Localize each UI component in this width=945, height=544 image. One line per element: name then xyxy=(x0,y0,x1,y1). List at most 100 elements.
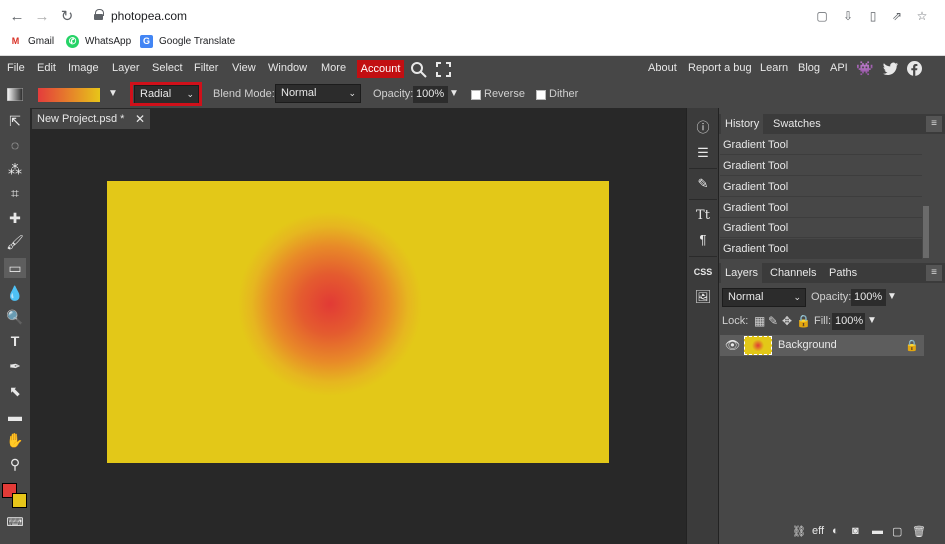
menu-image[interactable]: Image xyxy=(68,62,99,74)
url-text[interactable]: photopea.com xyxy=(111,9,187,23)
menu-file[interactable]: File xyxy=(7,62,25,74)
menu-report-bug[interactable]: Report a bug xyxy=(688,62,752,74)
zoom-tool-icon[interactable]: ⚲ xyxy=(4,454,26,474)
menu-learn[interactable]: Learn xyxy=(760,62,788,74)
fullscreen-icon[interactable] xyxy=(436,62,451,77)
layer-opacity-dropdown-icon[interactable]: ▼ xyxy=(887,291,897,302)
brush-settings-icon[interactable]: ✎ xyxy=(690,172,716,196)
lock-position-icon[interactable]: ✥ xyxy=(782,314,792,328)
history-scrollbar[interactable] xyxy=(923,206,929,258)
opacity-dropdown-icon[interactable]: ▼ xyxy=(449,88,459,99)
document-canvas[interactable] xyxy=(107,181,609,463)
bookmark-whatsapp[interactable]: ✆ WhatsApp xyxy=(66,35,131,48)
dither-checkbox[interactable] xyxy=(536,90,546,100)
crop-tool-icon[interactable]: ⌗ xyxy=(4,183,26,203)
menu-view[interactable]: View xyxy=(232,62,256,74)
keyboard-icon[interactable]: ⌨ xyxy=(4,512,26,532)
reverse-checkbox[interactable] xyxy=(471,90,481,100)
opacity-input[interactable]: 100% xyxy=(413,86,448,103)
magic-wand-icon[interactable]: ⁂ xyxy=(4,159,26,179)
twitter-icon[interactable] xyxy=(883,62,899,76)
history-item[interactable]: Gradient Tool xyxy=(720,218,922,238)
image-icon[interactable]: 🖼 xyxy=(690,285,716,309)
new-layer-icon[interactable]: ▢ xyxy=(892,525,902,538)
character-icon[interactable]: Tt xyxy=(690,204,716,228)
menu-more[interactable]: More xyxy=(321,62,346,74)
lasso-tool-icon[interactable]: ◌ xyxy=(4,135,26,155)
forward-icon[interactable]: → xyxy=(33,8,51,26)
dodge-tool-icon[interactable]: 🔍 xyxy=(4,307,26,327)
reddit-icon[interactable]: 👾 xyxy=(856,60,873,77)
trash-icon[interactable]: 🗑 xyxy=(912,525,926,538)
gradient-preview[interactable] xyxy=(38,88,100,102)
menu-api[interactable]: API xyxy=(830,62,848,74)
history-item[interactable]: Gradient Tool xyxy=(720,156,922,176)
tab-layers[interactable]: Layers xyxy=(721,263,763,283)
brush-tool-icon[interactable]: 🖌 xyxy=(4,232,26,252)
healing-tool-icon[interactable]: ✚ xyxy=(4,208,26,228)
blur-tool-icon[interactable]: 💧 xyxy=(4,283,26,303)
back-icon[interactable]: ← xyxy=(8,8,26,26)
menu-select[interactable]: Select xyxy=(152,62,183,74)
eye-icon[interactable]: 👁 xyxy=(725,338,740,352)
menu-window[interactable]: Window xyxy=(268,62,307,74)
layer-blend-select[interactable]: Normal ⌄ xyxy=(722,288,806,307)
menu-blog[interactable]: Blog xyxy=(798,62,820,74)
menu-edit[interactable]: Edit xyxy=(37,62,56,74)
layer-opacity-input[interactable]: 100% xyxy=(851,289,886,306)
reload-icon[interactable]: ↻ xyxy=(58,8,76,26)
shape-tool-icon[interactable]: ▬ xyxy=(4,406,26,426)
tab-icon[interactable]: ▢ xyxy=(815,9,829,23)
path-select-icon[interactable]: ⬉ xyxy=(4,381,26,401)
tab-swatches[interactable]: Swatches xyxy=(769,114,825,134)
history-item[interactable]: Gradient Tool xyxy=(720,135,922,155)
panel-menu-icon[interactable]: ≡ xyxy=(926,265,942,281)
bookmark-google-translate[interactable]: G Google Translate xyxy=(140,35,235,48)
document-tab[interactable]: New Project.psd * ✕ xyxy=(32,109,150,129)
lock-transparency-icon[interactable]: ▦ xyxy=(754,314,765,328)
gradient-dropdown-icon[interactable]: ▼ xyxy=(108,88,118,99)
css-icon[interactable]: CSS xyxy=(690,260,716,284)
address-bar[interactable] xyxy=(84,5,940,27)
hand-tool-icon[interactable]: ✋ xyxy=(4,430,26,450)
panel-menu-icon[interactable]: ≡ xyxy=(926,116,942,132)
mask-icon[interactable]: ◙ xyxy=(852,525,859,537)
type-tool-icon[interactable]: T xyxy=(4,331,26,351)
lock-all-icon[interactable]: 🔒 xyxy=(796,314,811,328)
tab-paths[interactable]: Paths xyxy=(825,263,861,283)
menu-filter[interactable]: Filter xyxy=(194,62,218,74)
link-icon[interactable]: ⛓ xyxy=(792,525,806,538)
gradient-tool-icon[interactable]: ▭ xyxy=(4,258,26,278)
info-icon[interactable]: ⓘ xyxy=(690,116,716,140)
facebook-icon[interactable] xyxy=(907,61,922,76)
fill-dropdown-icon[interactable]: ▼ xyxy=(867,315,877,326)
page-icon[interactable]: ▯ xyxy=(866,9,880,23)
menubar: File Edit Image Layer Select Filter View… xyxy=(0,57,945,81)
account-button[interactable]: Account xyxy=(357,60,404,78)
search-icon[interactable] xyxy=(410,61,427,78)
paragraph-icon[interactable]: ¶ xyxy=(690,228,716,252)
menu-layer[interactable]: Layer xyxy=(112,62,140,74)
effects-icon[interactable]: eff xyxy=(812,525,824,537)
menu-about[interactable]: About xyxy=(648,62,677,74)
fill-input[interactable]: 100% xyxy=(832,313,865,330)
tab-history[interactable]: History xyxy=(721,114,764,134)
adjustments-icon[interactable]: ☰ xyxy=(690,141,716,165)
bookmark-gmail[interactable]: M Gmail xyxy=(9,35,54,48)
lock-pixels-icon[interactable]: ✎ xyxy=(768,314,778,328)
pen-tool-icon[interactable]: ✒ xyxy=(4,356,26,376)
history-item[interactable]: Gradient Tool xyxy=(720,177,922,197)
history-item[interactable]: Gradient Tool xyxy=(720,198,922,218)
blend-mode-select[interactable]: Normal ⌄ xyxy=(275,84,361,103)
folder-icon[interactable]: ▬ xyxy=(872,525,883,537)
share-icon[interactable]: ⇗ xyxy=(890,9,904,23)
adjustment-icon[interactable]: ◐ xyxy=(832,525,839,537)
background-color[interactable] xyxy=(12,493,27,508)
star-icon[interactable]: ☆ xyxy=(915,9,929,23)
download-icon[interactable]: ⇩ xyxy=(841,9,855,23)
history-item-selected[interactable]: Gradient Tool xyxy=(720,239,922,259)
layer-row-background[interactable]: 👁 Background 🔒 xyxy=(720,335,924,356)
tab-channels[interactable]: Channels xyxy=(766,263,820,283)
close-icon[interactable]: ✕ xyxy=(135,109,145,129)
move-tool-icon[interactable]: ⇱ xyxy=(4,111,26,131)
